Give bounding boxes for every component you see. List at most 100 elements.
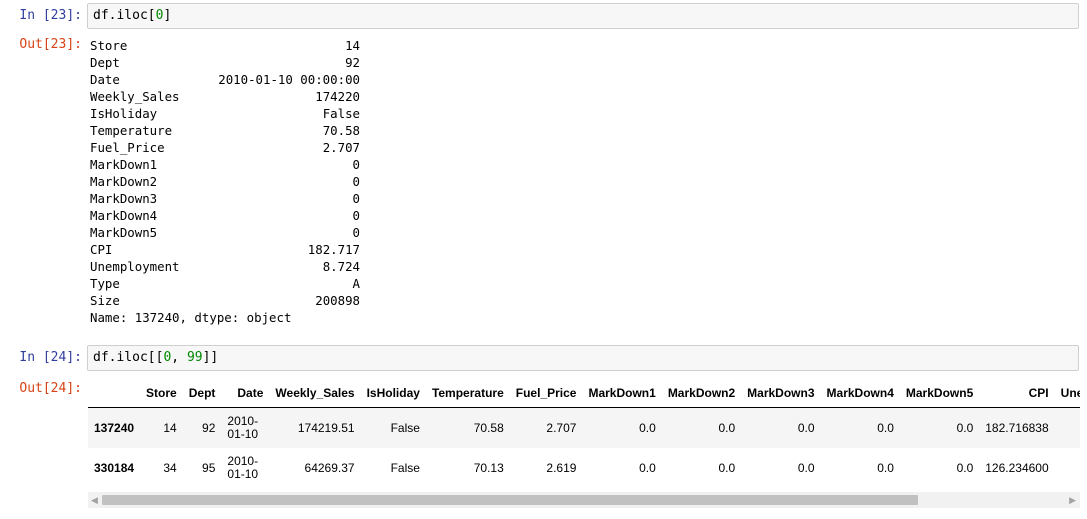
- column-header: MarkDown3: [747, 386, 815, 400]
- date-part: 01-10: [227, 427, 259, 441]
- series-row: MarkDown2 0: [90, 173, 360, 190]
- series-value: 92: [345, 55, 360, 70]
- scroll-right-arrow-icon[interactable]: ▶: [1069, 494, 1076, 506]
- code-text: ,: [171, 350, 187, 365]
- date-part: 01-10: [227, 467, 259, 481]
- series-row: IsHoliday False: [90, 105, 360, 122]
- table-cell: [1055, 408, 1080, 449]
- code-input-cell-23[interactable]: df.iloc[0]: [87, 3, 1079, 29]
- series-footer: Name: 137240, dtype: object: [90, 310, 292, 325]
- column-header: Fuel_Price: [515, 386, 577, 400]
- table-cell: 34: [163, 461, 177, 475]
- scroll-left-arrow-icon[interactable]: ◀: [91, 494, 98, 506]
- table-cell: 2.707: [546, 421, 577, 435]
- column-header-index: [88, 379, 140, 408]
- series-key: MarkDown3: [90, 191, 158, 206]
- series-output: Store 14 Dept 92 Date 2010-01-10 00:00:00 Week…: [90, 37, 360, 326]
- column-header: MarkDown2: [667, 386, 736, 400]
- series-value: 70.58: [322, 123, 360, 138]
- series-value: 2010-01-10 00:00:00: [218, 72, 360, 87]
- horizontal-scrollbar[interactable]: ◀ ▶: [88, 492, 1080, 508]
- column-header: Temperature: [431, 386, 504, 400]
- series-value: 174220: [315, 89, 360, 104]
- series-row: Type A: [90, 275, 360, 292]
- series-value: 0: [352, 191, 360, 206]
- column-header: IsHoliday: [366, 386, 420, 400]
- series-key: Size: [90, 293, 120, 308]
- column-header: Store: [146, 386, 177, 400]
- code-text: df.iloc[: [93, 8, 156, 23]
- series-value: 0: [352, 157, 360, 172]
- series-key: Fuel_Price: [90, 140, 165, 155]
- series-row: Unemployment 8.724: [90, 258, 360, 275]
- table-row: 137240 14 92 2010- 01-10 174219.51 False …: [88, 407, 1080, 449]
- table-cell: 0.0: [639, 421, 656, 435]
- table-cell: 174219.51: [297, 421, 355, 435]
- series-value: 0: [352, 174, 360, 189]
- table-cell: 70.13: [473, 461, 504, 475]
- series-row: CPI 182.717: [90, 241, 360, 258]
- series-value: 182.717: [307, 242, 360, 257]
- table-cell: 95: [202, 461, 216, 475]
- column-header: Dept: [188, 386, 216, 400]
- row-index: 330184: [94, 461, 135, 475]
- table-cell: False: [390, 421, 420, 435]
- table-cell: 2010- 01-10: [221, 448, 269, 488]
- input-prompt-24: In [24]:: [19, 350, 82, 365]
- series-row: MarkDown1 0: [90, 156, 360, 173]
- series-row: MarkDown3 0: [90, 190, 360, 207]
- code-input-cell-24[interactable]: df.iloc[[0, 99]]: [87, 345, 1079, 371]
- table-cell: 14: [163, 421, 177, 435]
- input-prompt-23: In [23]:: [19, 8, 82, 23]
- table-header-row: Store Dept Date Weekly_Sales IsHoliday T…: [88, 379, 1080, 408]
- series-key: MarkDown4: [90, 208, 158, 223]
- series-key: Dept: [90, 55, 120, 70]
- series-key: MarkDown5: [90, 225, 158, 240]
- series-row: Weekly_Sales 174220: [90, 88, 360, 105]
- series-value: 8.724: [322, 259, 360, 274]
- series-value: 14: [345, 38, 360, 53]
- series-row: Fuel_Price 2.707: [90, 139, 360, 156]
- table-cell: 126.234600: [985, 461, 1049, 475]
- code-number: 99: [186, 350, 203, 365]
- series-row: MarkDown5 0: [90, 224, 360, 241]
- dataframe-table: Store Dept Date Weekly_Sales IsHoliday T…: [88, 379, 1080, 488]
- table-cell: 0.0: [956, 461, 974, 475]
- table-cell: 0.0: [797, 461, 815, 475]
- column-header: MarkDown5: [905, 386, 974, 400]
- scrollbar-thumb[interactable]: [102, 495, 918, 505]
- output-prompt-23: Out[23]:: [19, 37, 82, 52]
- table-row: 330184 34 95 2010- 01-10 64269.37 False 7…: [88, 448, 1080, 488]
- table-cell: 182.716838: [985, 421, 1049, 435]
- series-row: MarkDown4 0: [90, 207, 360, 224]
- code-text: df.iloc[[: [93, 350, 164, 365]
- series-key: Temperature: [90, 123, 173, 138]
- table-cell: 0.0: [718, 421, 736, 435]
- table-cell: 0.0: [797, 421, 815, 435]
- series-row: Store 14: [90, 37, 360, 54]
- column-header: CPI: [1028, 386, 1049, 400]
- table-cell: 2010- 01-10: [221, 408, 269, 449]
- series-key: CPI: [90, 242, 113, 257]
- code-text: ]: [163, 8, 172, 23]
- table-cell: 64269.37: [304, 461, 355, 475]
- series-key: Unemployment: [90, 259, 180, 274]
- series-value: 0: [352, 208, 360, 223]
- series-key: MarkDown2: [90, 174, 158, 189]
- table-cell: 0.0: [877, 421, 894, 435]
- series-key: MarkDown1: [90, 157, 158, 172]
- table-cell: 70.58: [473, 421, 504, 435]
- column-header: MarkDown4: [826, 386, 894, 400]
- table-cell: [1055, 448, 1080, 488]
- series-key: Type: [90, 276, 120, 291]
- column-header: Unemployment: [1060, 386, 1080, 400]
- code-text: ]]: [202, 350, 219, 365]
- table-cell: 0.0: [639, 461, 656, 475]
- series-value: 2.707: [322, 140, 360, 155]
- series-row: Temperature 70.58: [90, 122, 360, 139]
- column-header: Weekly_Sales: [275, 386, 355, 400]
- column-header: Date: [237, 386, 264, 400]
- date-part: 2010-: [227, 454, 259, 468]
- series-value: 200898: [315, 293, 360, 308]
- table-cell: 92: [202, 421, 216, 435]
